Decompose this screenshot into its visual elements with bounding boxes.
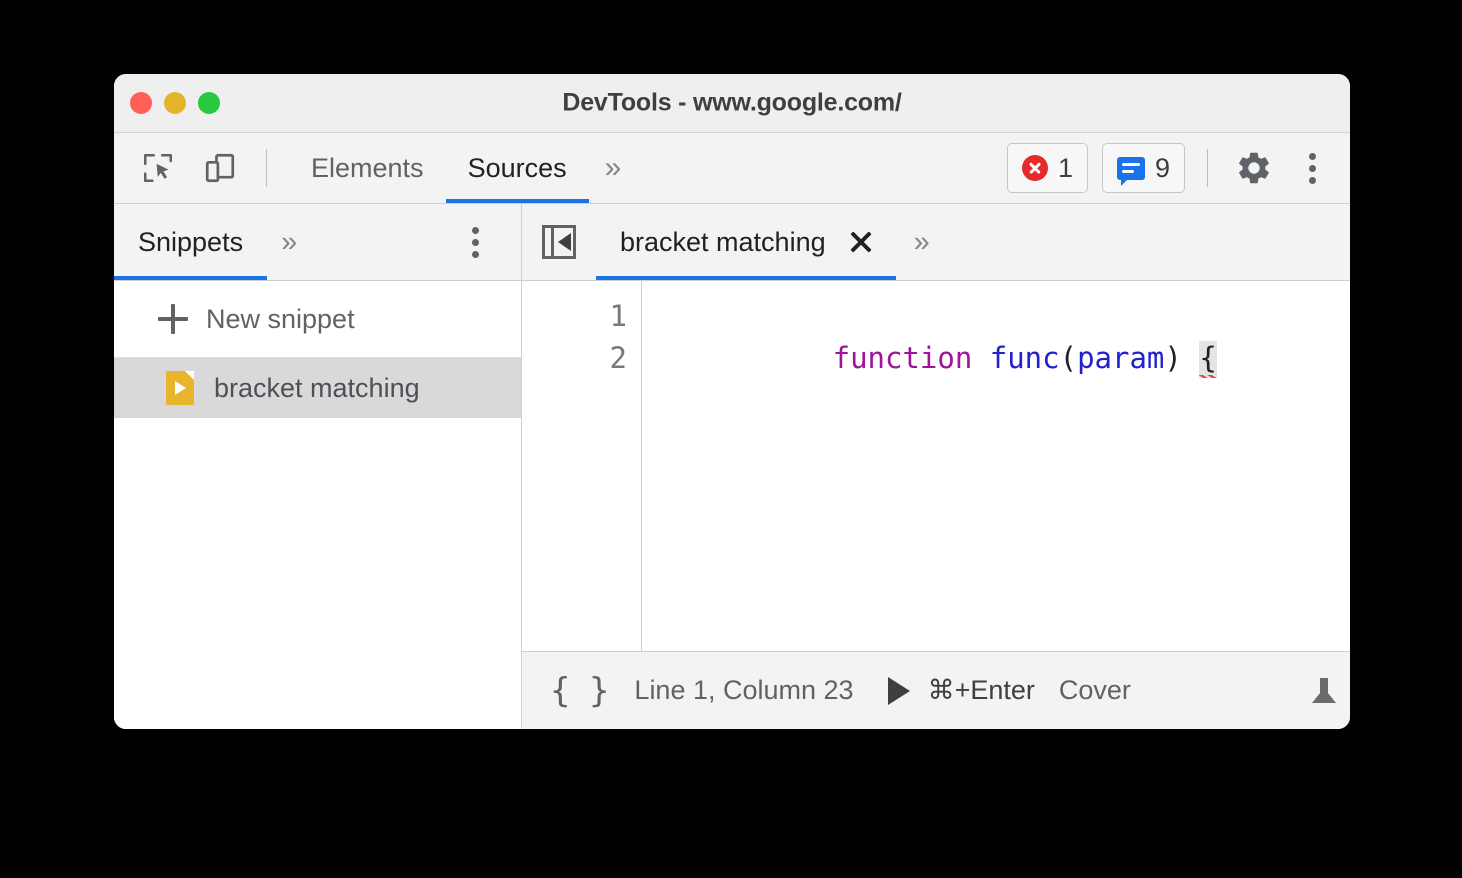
token-paren-open: (	[1059, 341, 1078, 375]
close-icon[interactable]	[848, 229, 874, 255]
more-editor-tabs-button[interactable]: »	[896, 204, 948, 280]
message-count-label: 9	[1154, 152, 1170, 183]
toolbar-divider-right	[1207, 149, 1208, 187]
navigator-sidebar: Snippets » New snippet bracket matching	[114, 204, 522, 729]
message-bubble-icon	[1116, 156, 1145, 186]
list-item[interactable]: bracket matching	[114, 358, 521, 418]
coverage-label[interactable]: Coverage	[1059, 675, 1131, 706]
token-brace-open: {	[1199, 341, 1217, 378]
show-drawer-button[interactable]	[1320, 677, 1328, 703]
editor-tab-label: bracket matching	[620, 226, 826, 257]
navigator-header: Snippets »	[114, 204, 521, 281]
navigator-more-options-button[interactable]	[455, 218, 495, 266]
kebab-menu-icon	[471, 226, 479, 234]
inspect-element-button[interactable]	[134, 144, 182, 192]
sidebar-tab-snippets-label: Snippets	[138, 226, 244, 257]
token-function-name: func	[989, 341, 1060, 375]
main-toolbar: Elements Sources » 1 9	[114, 133, 1350, 204]
pretty-print-button[interactable]: { }	[550, 671, 634, 711]
more-options-button[interactable]	[1292, 144, 1332, 192]
collapse-sidebar-icon	[542, 225, 576, 259]
new-snippet-button[interactable]: New snippet	[114, 281, 521, 358]
error-count-button[interactable]: 1	[1006, 143, 1088, 193]
new-snippet-label: New snippet	[206, 303, 355, 334]
chevron-double-right-icon: »	[913, 225, 930, 258]
token-keyword: function	[832, 341, 973, 375]
token-paren-close: )	[1164, 341, 1182, 375]
show-drawer-icon	[1320, 677, 1328, 703]
title-bar: DevTools - www.google.com/	[114, 74, 1350, 133]
device-toolbar-button[interactable]	[196, 144, 244, 192]
token-space-2	[1182, 341, 1199, 375]
code-content[interactable]: function func(param) {	[642, 281, 1350, 651]
editor-tab-bar: bracket matching »	[522, 204, 1350, 281]
chevron-double-right-icon: »	[604, 151, 622, 184]
device-toolbar-icon	[205, 153, 235, 183]
window-title: DevTools - www.google.com/	[562, 88, 902, 117]
devtools-body: Snippets » New snippet bracket matching	[114, 204, 1350, 729]
settings-button[interactable]	[1230, 144, 1278, 192]
plus-icon	[158, 304, 188, 334]
snippet-file-icon	[166, 371, 194, 405]
message-count-button[interactable]: 9	[1101, 143, 1185, 193]
tab-sources[interactable]: Sources	[445, 133, 589, 203]
editor-column: bracket matching » 1 2 function func(par…	[522, 204, 1350, 729]
error-count-label: 1	[1057, 152, 1073, 183]
sidebar-tab-snippets[interactable]: Snippets	[114, 204, 268, 280]
toolbar-divider	[266, 149, 267, 187]
run-shortcut-label: ⌘+Enter	[927, 675, 1035, 705]
editor-tab-bracket-matching[interactable]: bracket matching	[596, 204, 896, 280]
panel-tabs: Elements Sources »	[289, 133, 637, 203]
play-icon[interactable]	[887, 676, 910, 705]
line-number: 1	[609, 299, 627, 333]
cursor-position-label: Line 1, Column 23	[634, 675, 854, 705]
more-navigator-tabs-button[interactable]: »	[267, 225, 311, 258]
tab-elements[interactable]: Elements	[289, 133, 446, 203]
code-editor[interactable]: 1 2 function func(param) {	[522, 281, 1350, 652]
chevron-double-right-icon: »	[281, 225, 298, 258]
tab-elements-label: Elements	[311, 152, 424, 183]
line-number: 2	[609, 341, 627, 375]
editor-status-bar: { } Line 1, Column 23 ⌘+Enter Coverage	[522, 652, 1350, 729]
kebab-menu-icon	[1308, 152, 1316, 160]
more-panels-button[interactable]: »	[589, 133, 638, 203]
navigator-empty-area	[114, 418, 521, 729]
devtools-window: DevTools - www.google.com/ Elements Sour…	[114, 74, 1350, 729]
tab-sources-label: Sources	[467, 152, 567, 183]
inspect-element-icon	[143, 153, 173, 183]
line-number-gutter: 1 2	[522, 281, 642, 651]
collapse-sidebar-button[interactable]	[522, 204, 596, 280]
error-circle-icon	[1021, 155, 1048, 181]
gear-icon	[1239, 152, 1269, 184]
snippet-name-label: bracket matching	[214, 372, 420, 403]
token-parameter: param	[1077, 341, 1165, 375]
